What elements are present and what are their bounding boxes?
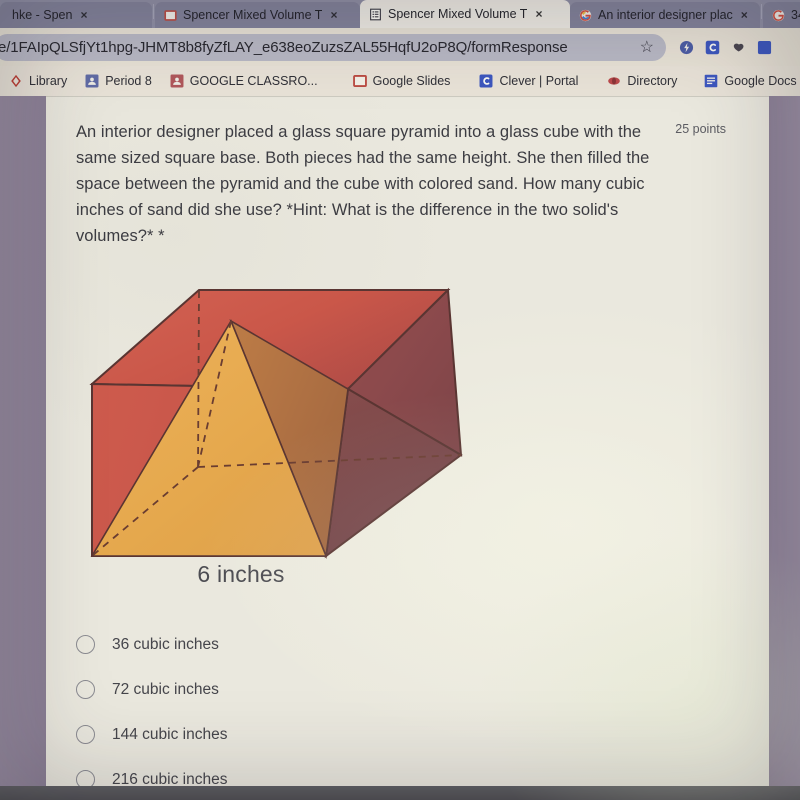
tab-close-icon[interactable]: ×: [80, 8, 87, 22]
screen-bottom-bezel: [0, 786, 800, 800]
tab-title: Spencer Mixed Volume T: [388, 7, 528, 21]
option-label: 72 cubic inches: [112, 680, 219, 698]
bookmark-google-slides[interactable]: Google Slides: [327, 74, 460, 88]
classroom-icon: [85, 74, 99, 88]
extension-blue-icon[interactable]: [679, 40, 694, 55]
radio-button[interactable]: [76, 680, 95, 699]
classroom-icon: [170, 74, 184, 88]
directory-icon: [608, 77, 621, 85]
clever-c-icon: [479, 74, 493, 88]
browser-tab-4[interactable]: 34: [763, 2, 800, 28]
tab-divider: [153, 4, 154, 19]
slides-icon: [352, 75, 367, 87]
page-left-gutter: [0, 96, 46, 786]
bookmark-label: Google Docs: [724, 74, 797, 88]
bookmark-star-icon[interactable]: ☆: [634, 37, 660, 57]
extension-icons: [666, 40, 772, 55]
option-label: 36 cubic inches: [112, 635, 219, 653]
answer-options-group: 36 cubic inches 72 cubic inches 144 cubi…: [62, 622, 702, 786]
browser-tab-3[interactable]: An interior designer plac ×: [570, 2, 760, 28]
cube-pyramid-diagram: [89, 287, 463, 560]
bookmark-label: Clever | Portal: [499, 74, 579, 88]
address-bar[interactable]: e/1FAIpQLSfjYt1hpg-JHMT8b8fyZfLAY_e638eo…: [0, 33, 666, 61]
bookmark-google-docs[interactable]: Google Docs: [686, 74, 800, 88]
clever-c-icon[interactable]: [705, 40, 720, 55]
tab-title: hke - Spen: [12, 8, 73, 22]
google-form-question-card: An interior designer placed a glass squa…: [46, 96, 769, 786]
bookmark-label: Directory: [627, 74, 678, 88]
question-block: An interior designer placed a glass squa…: [76, 119, 736, 249]
tab-close-icon[interactable]: ×: [535, 7, 542, 21]
browser-window: hke - Spen × Spencer Mixed Volume T × Sp…: [0, 0, 800, 800]
option-row[interactable]: 36 cubic inches: [62, 622, 702, 667]
extension-blue2-icon[interactable]: [757, 40, 772, 55]
option-row[interactable]: 144 cubic inches: [62, 712, 702, 757]
figure-caption: 6 inches: [197, 561, 285, 587]
bookmarks-bar: Library Period 8 GOOGLE CLASSRO... Googl…: [0, 66, 800, 96]
option-row[interactable]: 216 cubic inches: [62, 757, 702, 786]
browser-tab-2-active[interactable]: Spencer Mixed Volume T ×: [360, 0, 570, 28]
tab-strip: hke - Spen × Spencer Mixed Volume T × Sp…: [0, 0, 800, 28]
option-label: 144 cubic inches: [112, 725, 228, 743]
bookmark-directory[interactable]: Directory: [587, 74, 686, 88]
option-label: 216 cubic inches: [112, 770, 228, 787]
browser-tab-0[interactable]: hke - Spen ×: [0, 2, 152, 28]
tab-divider: [761, 4, 762, 19]
bookmark-period-8[interactable]: Period 8: [76, 74, 161, 88]
radio-button[interactable]: [76, 770, 95, 786]
bookmark-label: Period 8: [105, 74, 152, 88]
url-text[interactable]: e/1FAIpQLSfjYt1hpg-JHMT8b8fyZfLAY_e638eo…: [0, 39, 634, 56]
radio-button[interactable]: [76, 725, 95, 744]
page-viewport: An interior designer placed a glass squa…: [0, 96, 800, 786]
docs-icon: [705, 74, 718, 88]
tab-title: 34: [791, 8, 800, 22]
extension-dark-icon[interactable]: [731, 40, 746, 55]
option-row[interactable]: 72 cubic inches: [62, 667, 702, 712]
browser-tab-1[interactable]: Spencer Mixed Volume T ×: [155, 2, 360, 28]
bookmark-label: GOOGLE CLASSRO...: [189, 74, 318, 88]
bookmark-label: Library: [29, 74, 68, 88]
tab-close-icon[interactable]: ×: [330, 8, 337, 22]
page-right-gutter: [769, 96, 800, 786]
diamond-icon: [11, 74, 21, 88]
omnibox-bar: e/1FAIpQLSfjYt1hpg-JHMT8b8fyZfLAY_e638eo…: [0, 28, 800, 66]
slides-icon: [164, 9, 177, 21]
bookmark-clever-portal[interactable]: Clever | Portal: [459, 74, 587, 88]
bookmark-google-classroom[interactable]: GOOGLE CLASSRO...: [161, 74, 327, 88]
tab-close-icon[interactable]: ×: [741, 8, 748, 22]
points-label: 25 points: [675, 122, 726, 136]
tab-title: Spencer Mixed Volume T: [183, 8, 323, 22]
forms-icon: [370, 8, 381, 20]
figure-cube-with-pyramid: 6 inches: [76, 277, 476, 607]
bookmark-label: Google Slides: [372, 74, 451, 88]
question-text: An interior designer placed a glass squa…: [76, 123, 650, 245]
tab-title: An interior designer plac: [598, 8, 733, 22]
bookmark-library[interactable]: Library: [0, 74, 76, 88]
radio-button[interactable]: [76, 635, 95, 654]
google-g-icon: [772, 9, 785, 21]
google-g-icon: [579, 9, 592, 21]
